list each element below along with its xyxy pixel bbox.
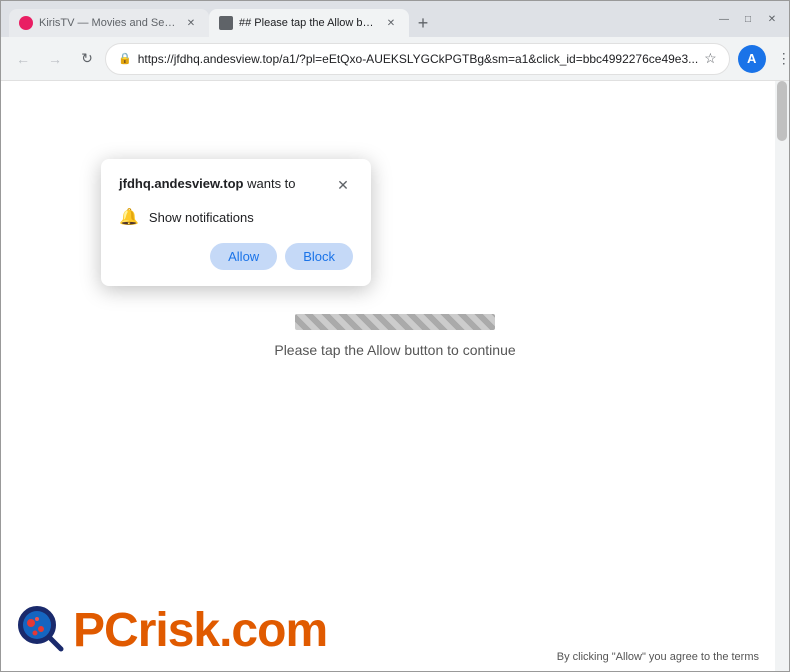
tab1-title: KirisTV — Movies and Series D...	[39, 17, 177, 29]
popup-option-text: Show notifications	[149, 210, 254, 225]
popup-buttons: Allow Block	[119, 243, 353, 270]
minimize-button[interactable]: —	[715, 10, 733, 28]
bookmark-icon[interactable]: ☆	[704, 50, 717, 67]
webpage: jfdhq.andesview.top wants to ✕ 🔔 Show no…	[1, 81, 789, 671]
toolbar-icons: A ⋮	[738, 45, 790, 73]
pc-text: PC	[73, 604, 138, 657]
popup-close-icon: ✕	[337, 177, 349, 194]
tab2-favicon	[219, 16, 233, 30]
pcrisk-logo-icon	[17, 605, 69, 657]
pcrisk-logo: PCrisk.com	[17, 605, 327, 657]
bottom-notice: By clicking "Allow" you agree to the ter…	[557, 651, 759, 663]
tab1-close[interactable]: ✕	[183, 15, 199, 31]
bottom-notice-text: By clicking "Allow" you agree to the ter…	[557, 651, 759, 663]
menu-button[interactable]: ⋮	[770, 45, 790, 73]
scrollbar-thumb[interactable]	[777, 81, 787, 141]
maximize-icon: □	[745, 14, 751, 25]
tab2-close[interactable]: ✕	[383, 15, 399, 31]
popup-close-button[interactable]: ✕	[333, 175, 353, 195]
minimize-icon: —	[719, 14, 729, 25]
browser-frame: KirisTV — Movies and Series D... ✕ ## Pl…	[0, 0, 790, 672]
title-bar: KirisTV — Movies and Series D... ✕ ## Pl…	[1, 1, 789, 37]
tab1-favicon	[19, 16, 33, 30]
tab2-title: ## Please tap the Allow button...	[239, 17, 377, 29]
bell-icon: 🔔	[119, 207, 139, 227]
url-text: https://jfdhq.andesview.top/a1/?pl=eEtQx…	[138, 52, 698, 66]
progress-bar	[295, 314, 495, 330]
address-bar: ← → ↻ 🔒 https://jfdhq.andesview.top/a1/?…	[1, 37, 789, 81]
block-button[interactable]: Block	[285, 243, 353, 270]
back-button[interactable]: ←	[9, 45, 37, 73]
tab-allow[interactable]: ## Please tap the Allow button... ✕	[209, 9, 409, 37]
close-icon: ✕	[768, 14, 776, 25]
popup-title: jfdhq.andesview.top wants to	[119, 175, 296, 193]
maximize-button[interactable]: □	[739, 10, 757, 28]
lock-icon: 🔒	[118, 52, 132, 65]
risk-text: risk.com	[138, 604, 327, 657]
scrollbar[interactable]	[775, 81, 789, 671]
popup-header: jfdhq.andesview.top wants to ✕	[119, 175, 353, 195]
close-button[interactable]: ✕	[763, 10, 781, 28]
url-bar[interactable]: 🔒 https://jfdhq.andesview.top/a1/?pl=eEt…	[105, 43, 730, 75]
progress-bar-container	[295, 314, 495, 330]
popup-option: 🔔 Show notifications	[119, 207, 353, 227]
profile-avatar[interactable]: A	[738, 45, 766, 73]
tab-kiristv[interactable]: KirisTV — Movies and Series D... ✕	[9, 9, 209, 37]
permission-popup: jfdhq.andesview.top wants to ✕ 🔔 Show no…	[101, 159, 371, 286]
window-controls: — □ ✕	[715, 10, 781, 28]
page-loading-text: Please tap the Allow button to continue	[274, 342, 515, 358]
reload-button[interactable]: ↻	[73, 45, 101, 73]
tab-strip: KirisTV — Movies and Series D... ✕ ## Pl…	[9, 1, 703, 37]
pcrisk-text: PCrisk.com	[73, 607, 327, 655]
new-tab-button[interactable]: +	[409, 9, 437, 37]
allow-button[interactable]: Allow	[210, 243, 277, 270]
popup-wants-text: wants to	[247, 176, 295, 191]
new-tab-icon: +	[418, 13, 429, 34]
popup-site-name: jfdhq.andesview.top	[119, 176, 243, 191]
forward-button[interactable]: →	[41, 45, 69, 73]
